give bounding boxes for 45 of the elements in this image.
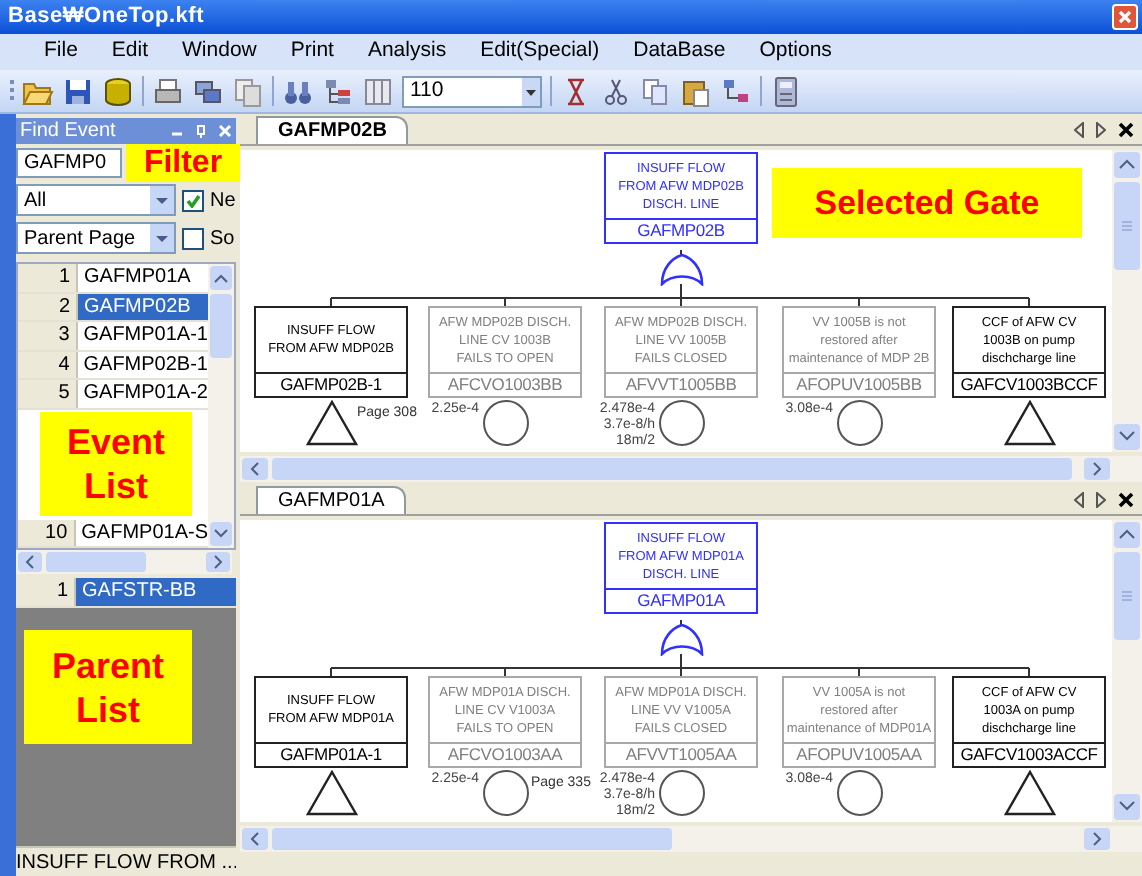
callout-label: Parent List xyxy=(24,630,192,744)
document-tab[interactable]: GAFMP01A xyxy=(256,486,407,514)
callout-label: Filter xyxy=(126,144,240,182)
menu-item[interactable]: Analysis xyxy=(367,36,447,68)
window-title: Base₩OneTop.kft xyxy=(8,2,205,33)
row-number: 5 xyxy=(18,380,78,407)
row-number: 4 xyxy=(18,351,78,378)
row-number: 1 xyxy=(18,264,78,291)
event-id: GAFMP01A-1 xyxy=(256,742,406,766)
menu-item[interactable]: Print xyxy=(290,36,334,68)
status-text: INSUFF FLOW FROM ... xyxy=(16,849,236,876)
event-id: GAFCV1003ACCF xyxy=(954,742,1104,766)
event-id: GAFMP01A xyxy=(606,588,756,612)
menu-item[interactable]: DataBase xyxy=(633,36,726,68)
zoom-combo[interactable]: 110 xyxy=(402,75,542,107)
menu-item[interactable]: Options xyxy=(759,36,832,68)
event-id: GAFCV1003BCCF xyxy=(954,372,1104,396)
event-id: GAFMP02B xyxy=(606,218,756,242)
event-id: AFCVO1003BB xyxy=(430,372,580,396)
row-number: 10 xyxy=(18,519,76,546)
list-item[interactable]: GAFMP01A-S xyxy=(75,519,208,546)
event-id: AFVVT1005AA xyxy=(606,742,756,766)
event-id: AFVVT1005BB xyxy=(606,372,756,396)
row-number: 2 xyxy=(18,293,78,320)
dropdown[interactable]: All xyxy=(16,184,176,216)
panel-title: Find Event xyxy=(20,121,116,141)
checkbox-label: So xyxy=(210,225,235,253)
document-tab[interactable]: GAFMP02B xyxy=(256,116,409,144)
event-id: AFOPUV1005BB xyxy=(784,372,934,396)
menu-item[interactable]: File xyxy=(44,36,78,68)
callout-label: Event List xyxy=(40,412,192,516)
row-number: 1 xyxy=(16,578,76,605)
menu-item[interactable]: Window xyxy=(182,36,257,68)
list-item[interactable]: GAFSTR-BB xyxy=(76,578,236,605)
event-id: AFOPUV1005AA xyxy=(784,742,934,766)
callout-label: Selected Gate xyxy=(772,168,1082,238)
row-number: 3 xyxy=(18,322,78,349)
menu-item[interactable]: Edit xyxy=(111,36,149,68)
dropdown[interactable]: Parent Page xyxy=(16,222,176,254)
menu-item[interactable]: Edit(Special) xyxy=(480,36,600,68)
list-item[interactable]: GAFMP02B xyxy=(78,293,208,320)
checkbox-label: Ne xyxy=(210,187,236,215)
search-field[interactable]: GAFMP0 xyxy=(16,148,122,178)
event-id: GAFMP02B-1 xyxy=(256,372,406,396)
event-id: AFCVO1003AA xyxy=(430,742,580,766)
